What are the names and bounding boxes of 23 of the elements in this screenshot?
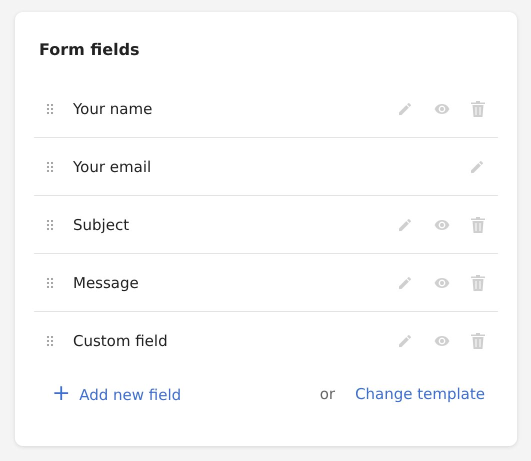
delete-icon[interactable] [471,274,485,290]
drag-handle-icon[interactable] [47,104,53,114]
or-text: or [320,384,336,402]
delete-icon[interactable] [471,216,485,232]
drag-handle-icon[interactable] [47,278,53,288]
delete-icon[interactable] [471,100,485,116]
field-label: Your email [73,158,152,176]
card-title: Form fields [39,40,141,59]
delete-icon[interactable] [471,332,485,348]
field-label: Message [73,274,140,292]
edit-icon[interactable] [397,332,413,348]
drag-handle-icon[interactable] [47,336,53,346]
edit-icon[interactable] [397,100,413,116]
field-label: Custom field [73,332,169,350]
change-template-link[interactable]: Change template [355,384,485,402]
drag-handle-icon[interactable] [47,162,53,172]
field-label: Your name [73,100,154,118]
edit-icon[interactable] [397,216,413,232]
edit-icon[interactable] [469,158,485,174]
drag-handle-icon[interactable] [47,220,53,230]
field-label: Subject [73,216,130,234]
add-field-link[interactable]: + Add new field [52,381,182,406]
edit-icon[interactable] [397,274,413,290]
